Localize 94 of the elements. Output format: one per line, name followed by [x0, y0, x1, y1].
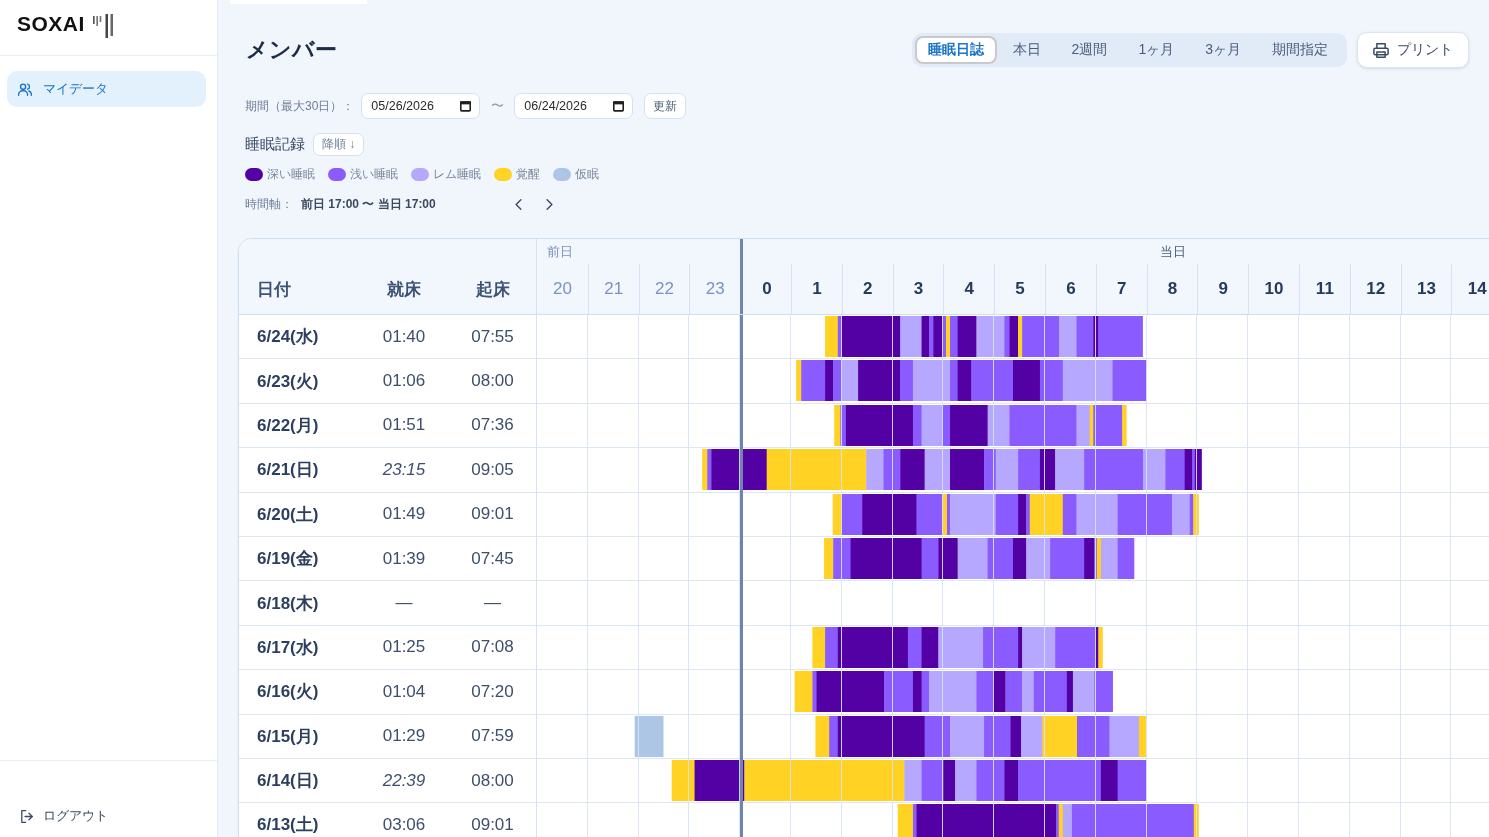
users-icon	[18, 82, 32, 96]
print-button[interactable]: プリント	[1357, 32, 1469, 68]
hour-label: 5	[1015, 279, 1025, 299]
section-title: 睡眠記録	[245, 135, 305, 154]
wake-time-cell-text: —	[483, 592, 502, 615]
update-button[interactable]: 更新	[644, 93, 687, 119]
date-cell-text: 6/17(水)	[256, 636, 320, 659]
view-tab[interactable]: 2週間	[1056, 36, 1123, 64]
bedtime-cell-text: 01:40	[381, 325, 427, 348]
view-tab[interactable]: 本日	[997, 36, 1056, 64]
hour-label: 7	[1116, 279, 1127, 299]
wake-time-cell-text: 07:08	[470, 636, 515, 659]
bedtime-cell-text: 23:15	[381, 458, 427, 481]
hour-label: 2	[862, 279, 873, 299]
date-cell-text: 6/16(火)	[256, 681, 320, 704]
date-cell-text: 6/22(月)	[256, 414, 320, 437]
logout-icon	[21, 809, 33, 823]
date-cell-text: 6/24(水)	[256, 326, 320, 349]
bedtime-cell-text: 01:51	[381, 414, 427, 437]
date-cell-text: 6/23(火)	[256, 370, 320, 393]
wake-time-cell-text: 07:59	[470, 725, 515, 748]
hour-label: 6	[1066, 279, 1076, 299]
hour-label: 10	[1264, 279, 1284, 299]
day-label: 前日	[547, 242, 573, 261]
view-tab[interactable]: 睡眠日誌	[914, 36, 997, 64]
axis-label: 時間軸：	[245, 195, 293, 213]
wake-time-cell-text: 08:00	[470, 370, 515, 393]
hour-label: 23	[705, 279, 725, 299]
bedtime-cell-text: 03:06	[381, 814, 427, 836]
wake-time-cell-text: 07:45	[470, 547, 515, 570]
hour-label: 3	[913, 279, 924, 299]
hour-label: 1	[812, 279, 822, 299]
bedtime-cell-text: 01:06	[381, 370, 427, 393]
hour-label: 8	[1167, 279, 1178, 299]
date-cell-text: 6/14(日)	[256, 770, 320, 793]
calendar-icon[interactable]	[613, 100, 625, 112]
logout-link[interactable]: ログアウト	[21, 807, 108, 825]
chevron-right-icon	[546, 198, 554, 210]
hour-label: 21	[604, 279, 624, 299]
date-cell-text: 6/20(土)	[256, 503, 320, 526]
wake-time-cell-text: 07:55	[470, 325, 515, 348]
bedtime-cell-text: 01:39	[381, 547, 427, 570]
hour-label: 12	[1366, 279, 1386, 299]
day-label: 当日	[1160, 242, 1187, 261]
date-cell-text: 6/18(木)	[256, 592, 320, 615]
page-title: メンバー	[246, 36, 338, 64]
hour-label: 20	[552, 279, 572, 299]
column-header: 日付	[257, 278, 291, 301]
hour-label: 4	[964, 279, 974, 299]
hour-label: 11	[1315, 279, 1334, 299]
date-cell-text: 6/15(月)	[256, 725, 320, 748]
sort-button[interactable]: 降順 ↓	[313, 133, 365, 156]
wake-time-cell-text: 09:01	[470, 503, 515, 526]
hour-label: 14	[1467, 279, 1487, 299]
calendar-icon[interactable]	[460, 100, 472, 112]
wake-time-cell-text: 08:00	[470, 769, 515, 792]
logo-mark-icon	[92, 14, 113, 38]
wake-time-cell-text: 09:05	[470, 458, 515, 481]
view-tab[interactable]: 期間指定	[1257, 36, 1343, 64]
hour-label: 13	[1417, 279, 1436, 299]
column-header: 起床	[475, 278, 510, 301]
hour-label: 22	[655, 279, 674, 299]
wake-time-cell-text: 09:01	[470, 814, 515, 836]
wake-time-cell-text: 07:20	[470, 680, 515, 703]
bedtime-cell-text: 01:29	[381, 725, 427, 748]
nav-item[interactable]: マイデータ	[7, 71, 206, 107]
logo-text: SOXAI	[17, 13, 85, 35]
printer-icon	[1373, 42, 1389, 58]
column-header: 就床	[387, 278, 421, 301]
bedtime-cell-text: 01:25	[381, 636, 427, 659]
chevron-left-icon	[515, 198, 523, 210]
date-cell-text: 6/19(金)	[256, 548, 320, 571]
sleep-stage-bar	[634, 715, 664, 757]
date-cell-text: 6/21(日)	[256, 459, 320, 482]
bedtime-cell-text: 01:04	[381, 680, 427, 703]
period-label: 期間（最大30日）：	[245, 97, 355, 115]
view-tab[interactable]: 3ヶ月	[1190, 36, 1256, 64]
axis-range: 前日 17:00 〜 当日 17:00	[301, 195, 436, 213]
range-separator: 〜	[491, 97, 505, 115]
date-cell-text: 6/13(土)	[256, 814, 320, 837]
legend-label: 深い睡眠	[267, 166, 315, 182]
wake-time-cell-text: 07:36	[470, 414, 515, 437]
bedtime-cell-text: 22:39	[381, 769, 427, 792]
bedtime-cell-text: 01:49	[381, 503, 427, 526]
legend-label: 仮眠	[575, 166, 599, 182]
legend-label: 覚醒	[516, 166, 540, 182]
bedtime-cell-text: —	[394, 592, 414, 615]
legend-label: レム睡眠	[433, 166, 481, 182]
start-date-field[interactable]: 05/26/2026	[361, 93, 481, 119]
legend-label: 浅い睡眠	[350, 166, 398, 182]
view-tab[interactable]: 1ヶ月	[1123, 36, 1190, 64]
hour-label: 9	[1218, 279, 1228, 299]
end-date-field[interactable]: 06/24/2026	[514, 93, 634, 119]
hour-label: 0	[762, 279, 772, 299]
